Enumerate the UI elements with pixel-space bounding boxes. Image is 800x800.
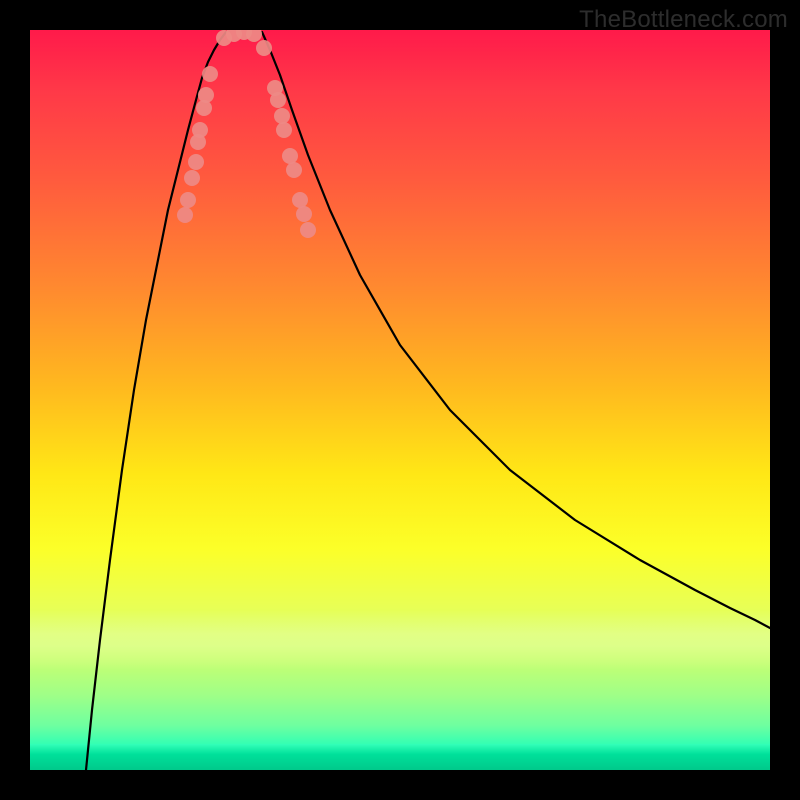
data-dot [246,30,262,42]
data-dot [202,66,218,82]
data-dot [270,92,286,108]
chart-svg [30,30,770,770]
data-markers-layer [177,30,316,238]
data-dot [274,108,290,124]
chart-plot-area [30,30,770,770]
data-dot [192,122,208,138]
data-dot [276,122,292,138]
data-dot [177,207,193,223]
data-dot [188,154,204,170]
data-dot [292,192,308,208]
data-dot [198,87,214,103]
data-dot [300,222,316,238]
data-dot [256,40,272,56]
data-dot [282,148,298,164]
data-dot [184,170,200,186]
curves-layer [86,32,770,770]
data-dot [296,206,312,222]
curve-right-curve [262,32,770,628]
watermark-text: TheBottleneck.com [579,6,788,34]
data-dot [180,192,196,208]
data-dot [286,162,302,178]
